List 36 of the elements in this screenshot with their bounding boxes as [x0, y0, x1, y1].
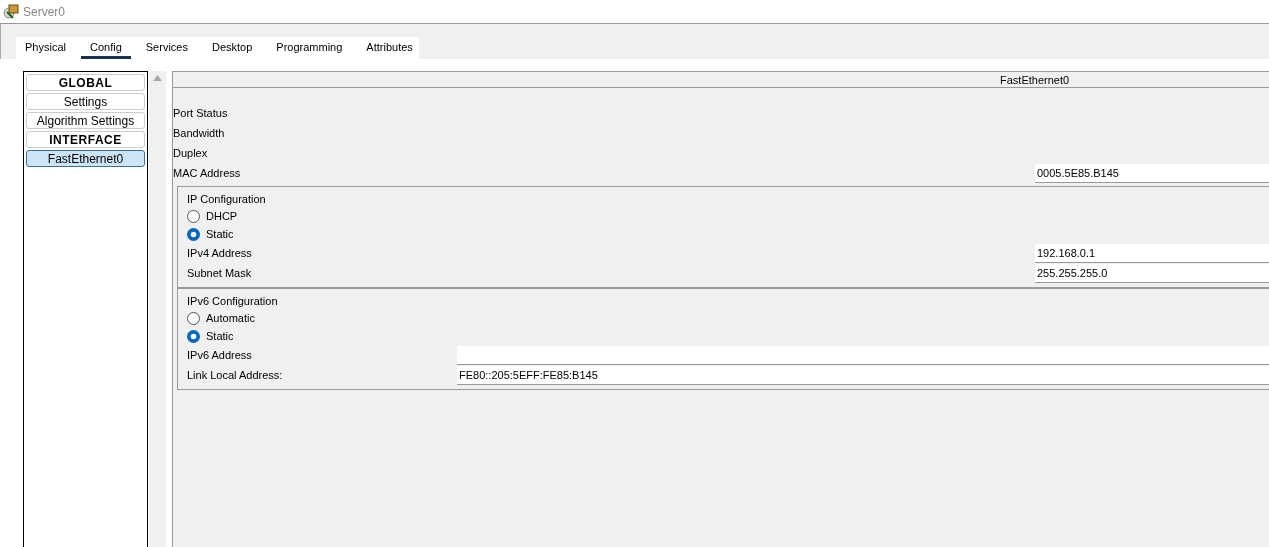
input-field[interactable]: FE80::205:5EFF:FE85:B145: [457, 365, 1269, 385]
input-field[interactable]: 255.255.255.0: [1035, 263, 1269, 283]
tab[interactable]: Attributes: [357, 37, 422, 59]
field-label: IPv6 Address: [187, 349, 253, 361]
input-field[interactable]: 0005.5E85.B145: [1035, 163, 1269, 183]
tab[interactable]: Programming: [267, 37, 352, 59]
section-heading[interactable]: GLOBAL: [26, 74, 145, 91]
radio-button[interactable]: [187, 209, 200, 223]
field-label: Duplex: [173, 147, 209, 159]
input-field[interactable]: 192.168.0.1: [1035, 243, 1269, 263]
sidebar-item[interactable]: Settings: [26, 93, 145, 110]
radio-label: DHCP: [206, 210, 238, 222]
tab[interactable]: Physical: [16, 37, 75, 59]
tab[interactable]: Desktop: [202, 37, 262, 59]
sidebar-item[interactable]: Algorithm Settings: [26, 112, 145, 129]
radio-button[interactable]: [187, 329, 200, 343]
radio-button[interactable]: [187, 227, 200, 241]
window-title: Server0: [23, 4, 66, 19]
group-title: IPv6 Configuration: [187, 295, 278, 307]
field-label: Subnet Mask: [187, 267, 253, 279]
radio-label: Static: [206, 228, 234, 240]
panel-title: FastEthernet0: [1000, 73, 1070, 86]
radio-button[interactable]: [187, 311, 200, 325]
field-label: MAC Address: [173, 167, 242, 179]
field-label: Link Local Address:: [187, 369, 284, 381]
radio-label: Automatic: [206, 312, 255, 324]
server-icon: [3, 3, 19, 20]
input-field[interactable]: [457, 345, 1269, 365]
field-label: IPv4 Address: [187, 247, 253, 259]
section-heading[interactable]: INTERFACE: [26, 131, 145, 148]
field-label: Port Status: [173, 107, 229, 119]
sidebar-item[interactable]: FastEthernet0: [26, 150, 145, 167]
tab[interactable]: Services: [136, 37, 197, 59]
radio-label: Static: [206, 330, 234, 342]
group-title: IP Configuration: [187, 193, 266, 205]
field-label: Bandwidth: [173, 127, 226, 139]
